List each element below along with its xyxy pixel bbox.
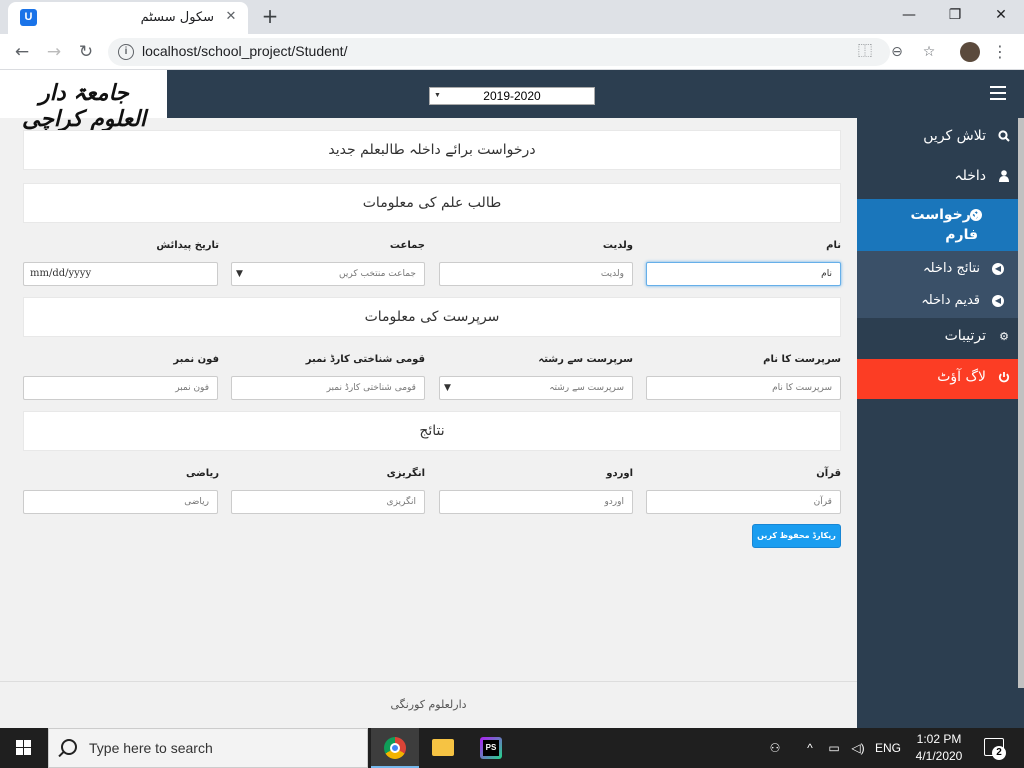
quran-label: قرآن xyxy=(816,468,841,479)
name-input[interactable]: نام xyxy=(646,262,841,286)
year-select[interactable]: ▼ 2019-2020 xyxy=(429,87,595,105)
chevron-down-icon: ▼ xyxy=(444,383,451,393)
arrow-circle-icon: ◀ xyxy=(992,295,1004,307)
user-icon xyxy=(998,170,1010,184)
chevron-down-icon: ▼ xyxy=(434,92,441,99)
sidebar-item-application-form[interactable]: درخواست فارم xyxy=(857,199,1024,251)
clock-time: 1:02 PM xyxy=(916,732,962,746)
sidebar-subitem-old-admission[interactable]: ◀ قدیم داخلہ xyxy=(857,290,1024,314)
chevron-up-icon[interactable]: ^ xyxy=(800,728,820,768)
dob-label: تاریخ پیدائش xyxy=(156,240,219,251)
chrome-icon xyxy=(384,737,406,759)
guardian-name-label: سرپرست کا نام xyxy=(763,354,841,365)
chevron-down-icon: ▼ xyxy=(236,269,243,279)
taskbar-chrome[interactable] xyxy=(371,728,419,768)
browser-tabbar: U سکول سسٹم ✕ + — ❐ ✕ xyxy=(0,0,1024,34)
taskbar-file-explorer[interactable] xyxy=(419,728,467,768)
taskbar: Type here to search ⚇ ^ ▭ ◁) ENG 1:02 PM… xyxy=(0,728,1024,768)
clock-date: 4/1/2020 xyxy=(915,749,963,763)
arrow-circle-icon: ◀ xyxy=(992,263,1004,275)
language-indicator[interactable]: ENG xyxy=(872,728,904,768)
reload-icon[interactable]: ↻ xyxy=(74,40,98,64)
windows-icon xyxy=(16,740,32,756)
forward-icon[interactable]: → xyxy=(42,40,66,64)
url-text[interactable]: localhost/school_project/Student/ xyxy=(142,43,347,59)
save-record-button[interactable]: ریکارڈ محفوظ کریں xyxy=(752,524,841,548)
profile-avatar[interactable] xyxy=(960,42,980,62)
translate-icon[interactable]: ⿰ xyxy=(856,43,874,61)
new-tab-button[interactable]: + xyxy=(258,4,282,28)
tab-title: سکول سسٹم xyxy=(140,10,214,25)
url-bar[interactable]: i localhost/school_project/Student/ ⿰ ⊖ … xyxy=(108,38,935,66)
folder-icon xyxy=(432,739,454,756)
search-icon xyxy=(61,739,77,755)
urdu-input[interactable]: اوردو xyxy=(439,490,633,514)
guardian-name-input[interactable]: سرپرست کا نام xyxy=(646,376,841,400)
math-input[interactable]: ریاضی xyxy=(23,490,218,514)
logo: جامعۃ دار العلوم کراچی xyxy=(21,80,147,132)
sidebar: تلاش کریں داخلہ درخواست فارم ◀ نتائج داخ… xyxy=(857,118,1024,728)
close-window-button[interactable]: ✕ xyxy=(978,0,1024,30)
results-section-heading: نتائج xyxy=(23,411,841,451)
cnic-input[interactable]: قومی شناختی کارڈ نمبر xyxy=(231,376,425,400)
sidebar-item-admission[interactable]: داخلہ xyxy=(857,158,1024,198)
people-icon[interactable]: ⚇ xyxy=(764,728,786,768)
power-icon xyxy=(998,371,1010,385)
english-input[interactable]: انگریزی xyxy=(231,490,425,514)
top-header: جامعۃ دار العلوم کراچی ▼ 2019-2020 xyxy=(0,70,1024,132)
minimize-button[interactable]: — xyxy=(886,0,932,30)
search-placeholder: Type here to search xyxy=(89,740,213,756)
phone-label: فون نمبر xyxy=(173,354,219,365)
back-icon[interactable]: ← xyxy=(10,40,34,64)
scrollbar[interactable] xyxy=(1018,118,1024,688)
favicon-icon: U xyxy=(20,9,37,26)
quran-input[interactable]: قرآن xyxy=(646,490,841,514)
cnic-label: قومی شناختی کارڈ نمبر xyxy=(305,354,425,365)
restore-button[interactable]: ❐ xyxy=(932,0,978,30)
menu-icon[interactable]: ⋮ xyxy=(990,40,1010,64)
sidebar-subitem-admission-results[interactable]: ◀ نتائج داخلہ xyxy=(857,258,1024,282)
sidebar-item-search[interactable]: تلاش کریں xyxy=(857,118,1024,158)
hamburger-menu-icon[interactable] xyxy=(990,86,1006,100)
english-label: انگریزی xyxy=(386,468,425,479)
class-label: جماعت xyxy=(389,240,425,251)
name-label: نام xyxy=(826,240,841,251)
address-bar: ← → ↻ i localhost/school_project/Student… xyxy=(0,34,1024,70)
browser-tab[interactable]: U سکول سسٹم ✕ xyxy=(8,2,248,34)
phone-input[interactable]: فون نمبر xyxy=(23,376,218,400)
logo-area[interactable]: جامعۃ دار العلوم کراچی xyxy=(0,70,167,132)
clock[interactable]: 1:02 PM 4/1/2020 xyxy=(906,731,972,765)
dob-input[interactable]: mm/dd/yyyy xyxy=(23,262,218,286)
page: جامعۃ دار العلوم کراچی ▼ 2019-2020 تلاش … xyxy=(0,70,1024,728)
sidebar-item-logout[interactable]: لاگ آؤٹ xyxy=(857,359,1024,399)
sidebar-submenu: ◀ نتائج داخلہ ◀ قدیم داخلہ xyxy=(857,251,1024,318)
footer: دارلعلوم کورنگی xyxy=(0,681,857,728)
start-button[interactable] xyxy=(0,728,48,768)
guardian-section-heading: سرپرست کی معلومات xyxy=(23,297,841,337)
guardian-relation-select[interactable]: ▼ سرپرست سے رشتہ xyxy=(439,376,633,400)
taskbar-search[interactable]: Type here to search xyxy=(48,728,368,768)
math-label: ریاضی xyxy=(185,468,219,479)
gear-icon: ⚙ xyxy=(999,330,1009,343)
phpstorm-icon xyxy=(480,737,502,759)
volume-icon[interactable]: ◁) xyxy=(848,728,868,768)
zoom-icon[interactable]: ⊖ xyxy=(888,43,906,61)
father-name-input[interactable]: ولدیت xyxy=(439,262,633,286)
urdu-label: اوردو xyxy=(606,468,633,479)
close-tab-icon[interactable]: ✕ xyxy=(222,8,240,26)
search-icon xyxy=(998,130,1010,144)
sidebar-item-settings[interactable]: ⚙ ترتیبات xyxy=(857,318,1024,358)
student-section-heading: طالب علم کی معلومات xyxy=(23,183,841,223)
father-name-label: ولدیت xyxy=(602,240,633,251)
form-title: درخواست برائے داخلہ طالبعلم جدید xyxy=(23,130,841,170)
network-icon[interactable]: ▭ xyxy=(824,728,844,768)
class-select[interactable]: ▼ جماعت منتخب کریں xyxy=(231,262,425,286)
guardian-relation-label: سرپرست سے رشتہ xyxy=(538,354,633,365)
info-icon[interactable]: i xyxy=(118,44,134,60)
star-icon[interactable]: ☆ xyxy=(920,43,938,61)
taskbar-phpstorm[interactable] xyxy=(467,728,515,768)
notification-count: 2 xyxy=(992,746,1006,760)
